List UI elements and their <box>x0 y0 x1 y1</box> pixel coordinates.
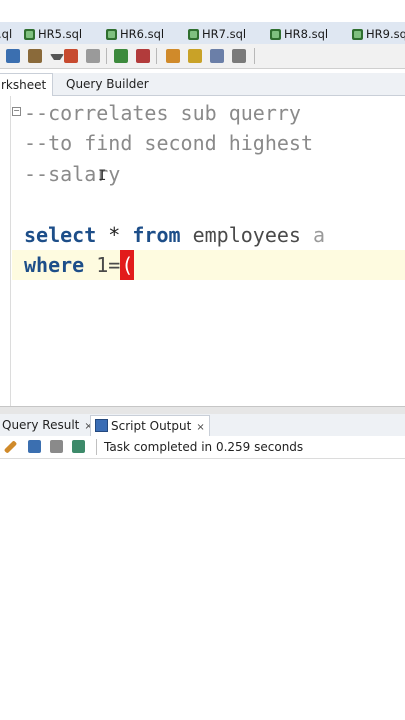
code-line-2: --to find second highest <box>24 131 313 155</box>
keyword-where: where <box>24 253 85 277</box>
print-icon[interactable] <box>50 440 63 453</box>
file-tab-hr8[interactable]: HR8.sql <box>270 25 328 43</box>
rollback-icon[interactable] <box>136 49 150 63</box>
toolbar-separator <box>106 48 107 64</box>
file-tab-label: HR8.sql <box>284 27 329 41</box>
commit-icon[interactable] <box>114 49 128 63</box>
editor-gutter <box>0 96 11 406</box>
script-output-icon <box>95 419 108 432</box>
file-tab-label: .ql <box>0 27 13 41</box>
open-icon[interactable] <box>28 49 42 63</box>
file-tab-partial[interactable]: .ql <box>0 25 12 43</box>
run-icon[interactable] <box>64 49 78 63</box>
output-toolbar: Task completed in 0.259 seconds <box>0 436 405 459</box>
file-tab-label: HR7.sql <box>202 27 247 41</box>
tab-worksheet[interactable]: rksheet <box>0 73 54 96</box>
output-tab-bar: Query Result × Script Output × <box>0 414 405 436</box>
worksheet-tab-bar: rksheet Query Builder <box>0 73 405 96</box>
file-tab-hr6[interactable]: HR6.sql <box>106 25 164 43</box>
file-tab-hr9[interactable]: HR9.sql <box>352 25 405 43</box>
editor-toolbar <box>0 44 405 69</box>
mouse-ibeam-cursor-icon: I <box>98 168 107 184</box>
pencil-icon[interactable] <box>3 440 18 454</box>
code-line-1: --correlates sub querry <box>24 101 301 125</box>
file-tab-bar: .ql HR5.sql HR6.sql HR7.sql HR8.sql HR9.… <box>0 22 405 45</box>
save-icon[interactable] <box>28 440 41 453</box>
keyword-from: from <box>132 223 181 247</box>
star-token: * <box>96 223 133 247</box>
code-line-4: select * from employees a <box>24 220 325 250</box>
file-tab-label: HR9.sql <box>366 27 405 41</box>
file-tab-label: HR6.sql <box>120 27 165 41</box>
toolbar-separator <box>96 439 97 455</box>
where-expression: 1= <box>84 253 121 277</box>
sql-file-icon <box>106 29 117 40</box>
tab-label: Script Output <box>111 419 192 433</box>
toolbar-separator <box>254 48 255 64</box>
table-name: employees <box>180 223 313 247</box>
status-message: Task completed in 0.259 seconds <box>104 440 304 454</box>
sql-editor[interactable]: − --correlates sub querry --to find seco… <box>0 96 405 406</box>
sql-file-icon <box>352 29 363 40</box>
file-tab-hr7[interactable]: HR7.sql <box>188 25 246 43</box>
file-tab-label: HR5.sql <box>38 27 83 41</box>
sql-file-icon <box>188 29 199 40</box>
close-icon[interactable]: × <box>196 422 204 433</box>
toolbar-separator <box>156 48 157 64</box>
tab-query-result[interactable]: Query Result × <box>0 415 97 435</box>
tab-label: Query Result <box>2 418 80 432</box>
keyword-select: select <box>24 223 97 247</box>
clear-icon[interactable] <box>188 49 202 63</box>
sql-file-icon <box>24 29 35 40</box>
fold-toggle-icon[interactable]: − <box>12 107 21 116</box>
file-tab-hr5[interactable]: HR5.sql <box>24 25 82 43</box>
save-icon[interactable] <box>6 49 20 63</box>
explain-icon[interactable] <box>86 49 100 63</box>
tab-script-output[interactable]: Script Output × <box>90 415 210 436</box>
export-icon[interactable] <box>72 440 85 453</box>
tab-query-builder[interactable]: Query Builder <box>60 73 155 95</box>
code-line-5: where 1=( <box>24 250 135 280</box>
format-icon[interactable] <box>232 49 246 63</box>
chevron-down-icon[interactable] <box>50 54 64 60</box>
sql-file-icon <box>270 29 281 40</box>
history-icon[interactable] <box>210 49 224 63</box>
caret-paren-highlight: ( <box>120 250 135 280</box>
table-alias: a <box>313 223 326 247</box>
sql-tuning-icon[interactable] <box>166 49 180 63</box>
